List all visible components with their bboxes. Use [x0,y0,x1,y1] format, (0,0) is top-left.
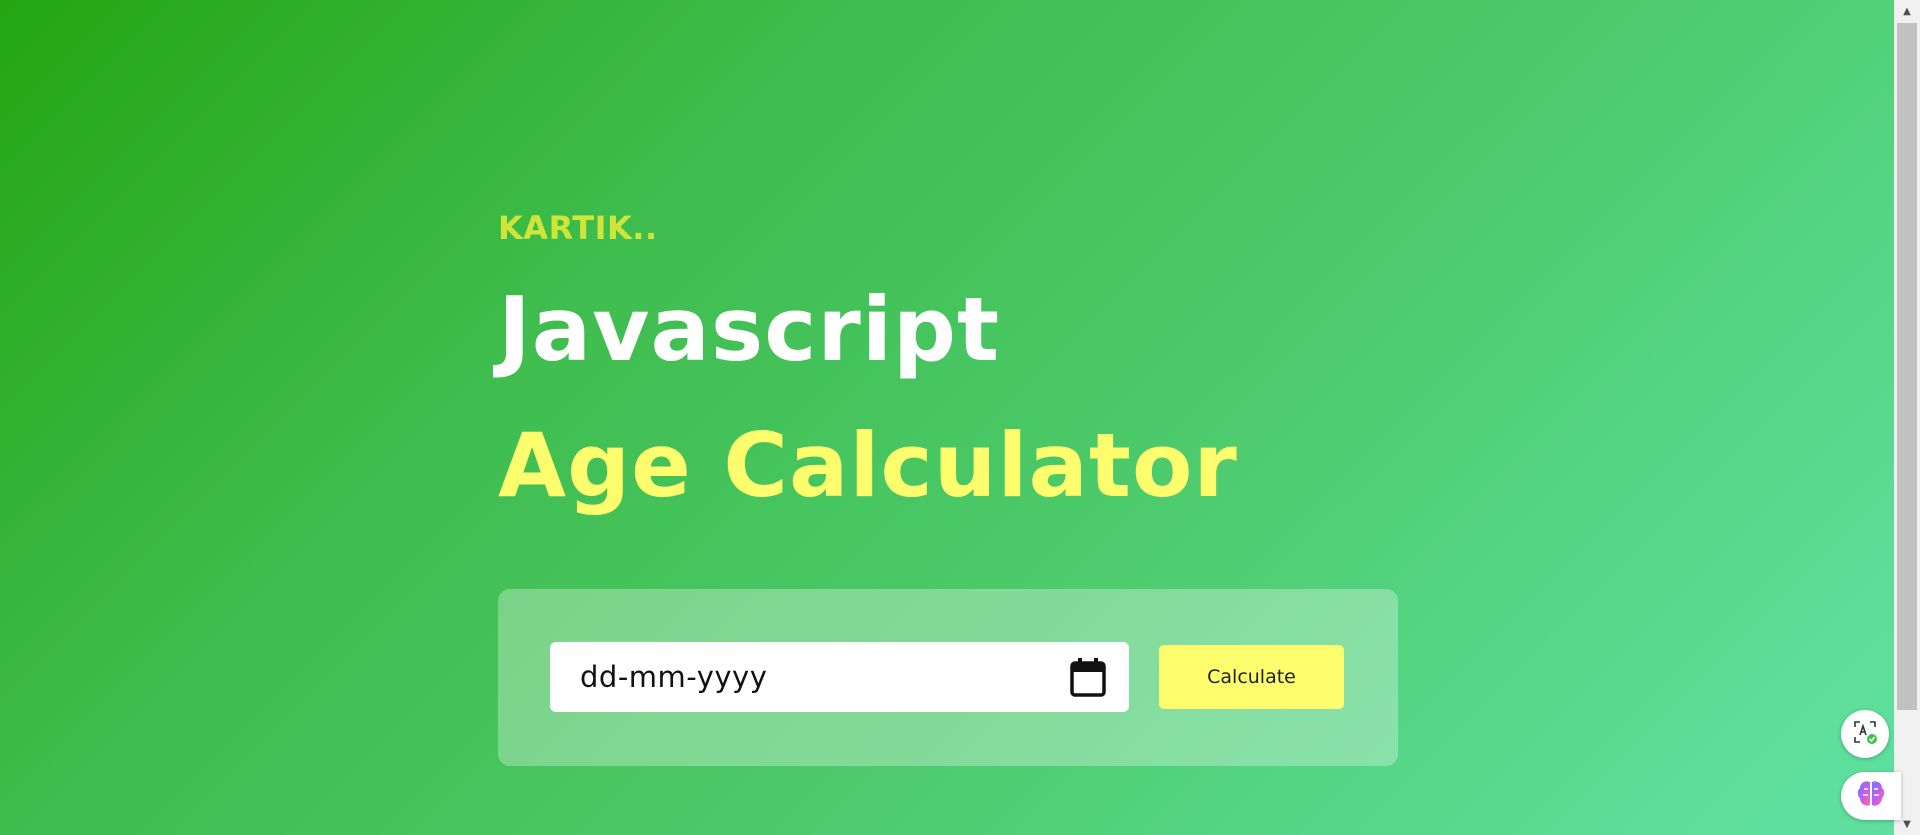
calendar-icon[interactable] [1069,657,1107,697]
page-title: Javascript [498,278,1001,381]
calculator-panel: dd-mm-yyyy Calculate [498,589,1398,766]
brand-name: KARTIK.. [498,209,658,247]
translate-icon [1852,719,1878,749]
scroll-up-arrow-icon[interactable]: ▲ [1894,0,1920,22]
date-of-birth-input[interactable]: dd-mm-yyyy [550,642,1129,712]
translate-button[interactable] [1841,710,1889,758]
page-subtitle: Age Calculator [498,414,1238,517]
brain-icon [1855,779,1887,813]
calculate-button[interactable]: Calculate [1159,645,1344,709]
scroll-thumb[interactable] [1897,23,1917,710]
date-placeholder: dd-mm-yyyy [580,660,768,694]
ai-assistant-button[interactable] [1841,772,1901,820]
vertical-scrollbar[interactable]: ▲ ▼ [1894,0,1920,835]
